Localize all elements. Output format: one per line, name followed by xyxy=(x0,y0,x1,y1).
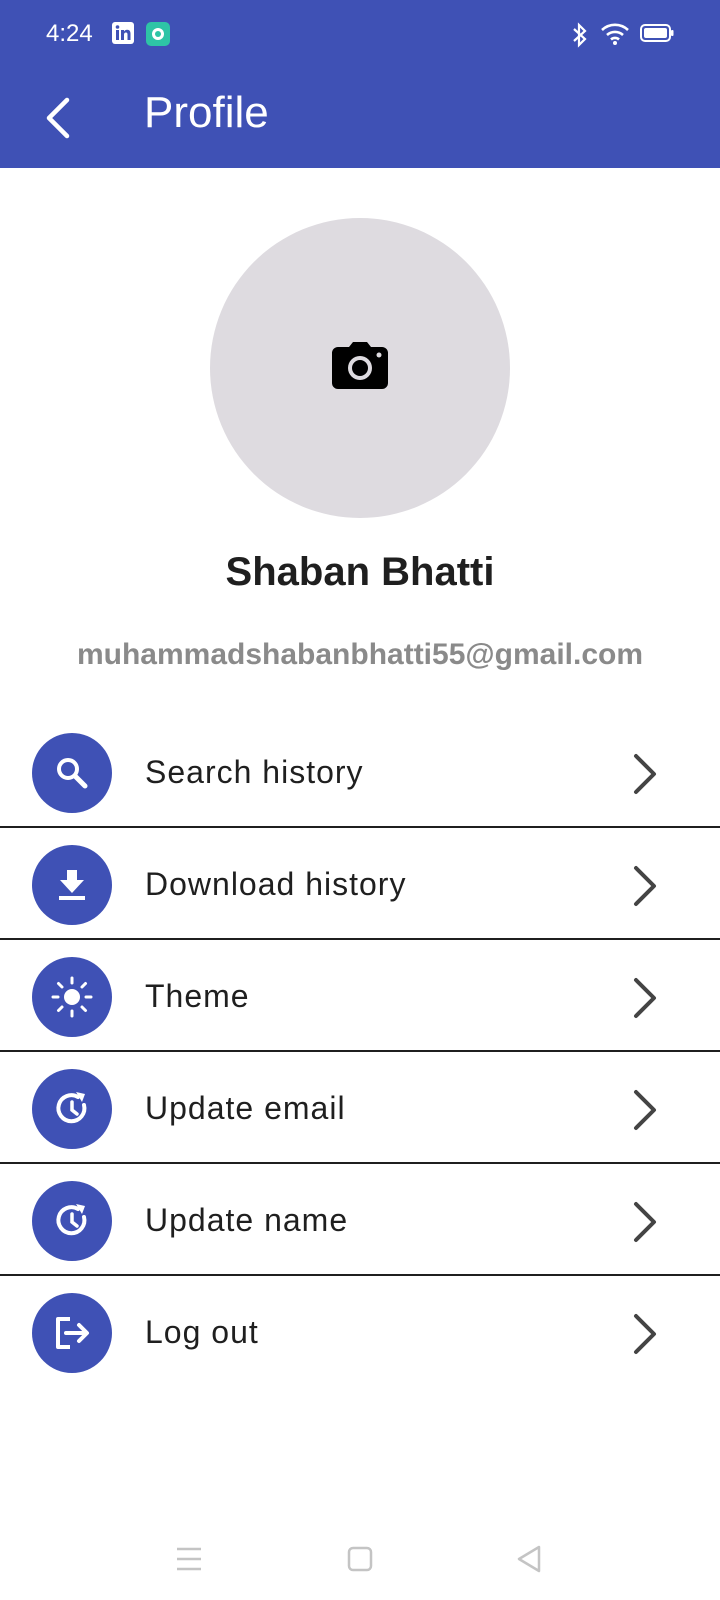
download-icon xyxy=(32,845,112,925)
chevron-right-icon xyxy=(630,864,660,908)
linkedin-icon xyxy=(112,22,134,49)
camera-icon xyxy=(330,341,390,396)
status-time: 4:24 xyxy=(46,20,93,47)
chevron-right-icon xyxy=(630,1312,660,1356)
menu-item-theme[interactable]: Theme xyxy=(0,940,720,1052)
user-name: Shaban Bhatti xyxy=(225,550,495,594)
menu-item-label: Theme xyxy=(145,978,250,1014)
chevron-right-icon xyxy=(630,976,660,1020)
update-icon xyxy=(32,1069,112,1149)
app-notification-icon xyxy=(146,22,170,51)
chevron-right-icon xyxy=(630,752,660,796)
menu-item-log-out[interactable]: Log out xyxy=(0,1276,720,1388)
sun-icon xyxy=(32,957,112,1037)
back-button[interactable] xyxy=(28,82,88,158)
system-nav-bar xyxy=(0,1520,720,1600)
title-row: Profile xyxy=(0,72,720,168)
bluetooth-icon xyxy=(572,22,588,53)
search-icon xyxy=(32,733,112,813)
wifi-icon xyxy=(600,22,630,51)
logout-icon xyxy=(32,1293,112,1373)
back-arrow-icon xyxy=(43,96,73,145)
menu-item-label: Download history xyxy=(145,866,407,902)
back-icon[interactable] xyxy=(512,1542,546,1576)
chevron-right-icon xyxy=(630,1088,660,1132)
menu-item-label: Update email xyxy=(145,1090,346,1126)
menu-item-label: Update name xyxy=(145,1202,349,1238)
menu-item-update-name[interactable]: Update name xyxy=(0,1164,720,1276)
battery-icon xyxy=(640,22,674,49)
status-bar: 4:24 xyxy=(0,0,720,72)
avatar-upload-button[interactable] xyxy=(210,218,510,518)
page-title: Profile xyxy=(144,88,269,137)
menu-icon[interactable] xyxy=(172,1542,206,1576)
home-icon[interactable] xyxy=(343,1542,377,1576)
menu-item-label: Search history xyxy=(145,754,364,790)
update-icon xyxy=(32,1181,112,1261)
menu-item-label: Log out xyxy=(145,1314,259,1350)
profile-menu: Search history Download history Theme Up… xyxy=(0,716,720,1388)
menu-item-update-email[interactable]: Update email xyxy=(0,1052,720,1164)
menu-item-search-history[interactable]: Search history xyxy=(0,716,720,828)
menu-item-download-history[interactable]: Download history xyxy=(0,828,720,940)
user-email: muhammadshabanbhatti55@gmail.com xyxy=(76,638,644,671)
app-bar: 4:24 Profile xyxy=(0,0,720,168)
chevron-right-icon xyxy=(630,1200,660,1244)
